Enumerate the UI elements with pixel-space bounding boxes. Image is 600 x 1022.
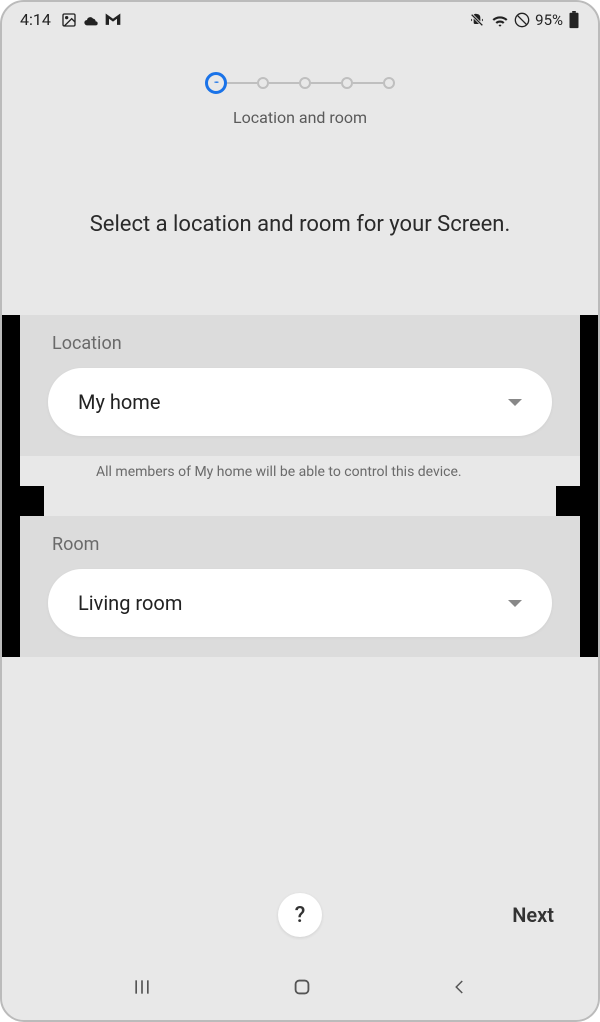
vibrate-icon [468,12,486,28]
gmail-icon [105,13,121,26]
wifi-icon [491,13,509,27]
no-sim-icon [514,12,530,28]
help-button[interactable]: ? [278,893,322,937]
spacer [2,486,598,516]
nav-bar [2,960,598,1020]
battery-percent: 95% [535,11,563,29]
next-button[interactable]: Next [512,903,554,927]
helper-wrap: All members of My home will be able to c… [20,456,580,486]
step-3 [299,77,311,89]
step-5 [383,77,395,89]
step-line [311,82,341,84]
cloud-icon [83,13,99,27]
home-icon[interactable] [291,976,313,1002]
room-highlight-block: Room Living room [2,516,598,657]
room-select[interactable]: Living room [48,569,552,637]
status-right: 95% [468,11,580,29]
progress-indicator: Location and room [2,72,598,127]
chevron-down-icon [508,399,522,406]
room-section: Room Living room [20,516,580,657]
room-label: Room [52,534,552,555]
back-icon[interactable] [451,976,469,1002]
progress-label: Location and room [233,108,367,127]
step-line [353,82,383,84]
room-value: Living room [78,591,182,615]
bottom-buttons: ? Next [2,890,598,960]
bottom-area: ? Next [2,890,598,1020]
recents-icon[interactable] [131,977,153,1001]
status-left: 4:14 [20,10,121,29]
battery-icon [568,11,580,29]
progress-steps [205,72,395,94]
location-section: Location My home [20,315,580,456]
location-select[interactable]: My home [48,368,552,436]
page-title: Select a location and room for your Scre… [2,212,598,237]
step-2 [257,77,269,89]
chevron-down-icon [508,600,522,607]
help-icon: ? [295,903,306,928]
location-highlight-block: Location My home All members of My home … [2,315,598,486]
step-line [269,82,299,84]
step-4 [341,77,353,89]
location-helper: All members of My home will be able to c… [96,464,580,480]
phone-frame: 4:14 95% [0,0,600,1022]
step-line [227,82,257,84]
step-1-active [205,72,227,94]
status-bar: 4:14 95% [2,2,598,37]
location-label: Location [52,333,552,354]
location-value: My home [78,390,160,414]
image-icon [61,12,77,28]
status-time: 4:14 [20,10,51,29]
